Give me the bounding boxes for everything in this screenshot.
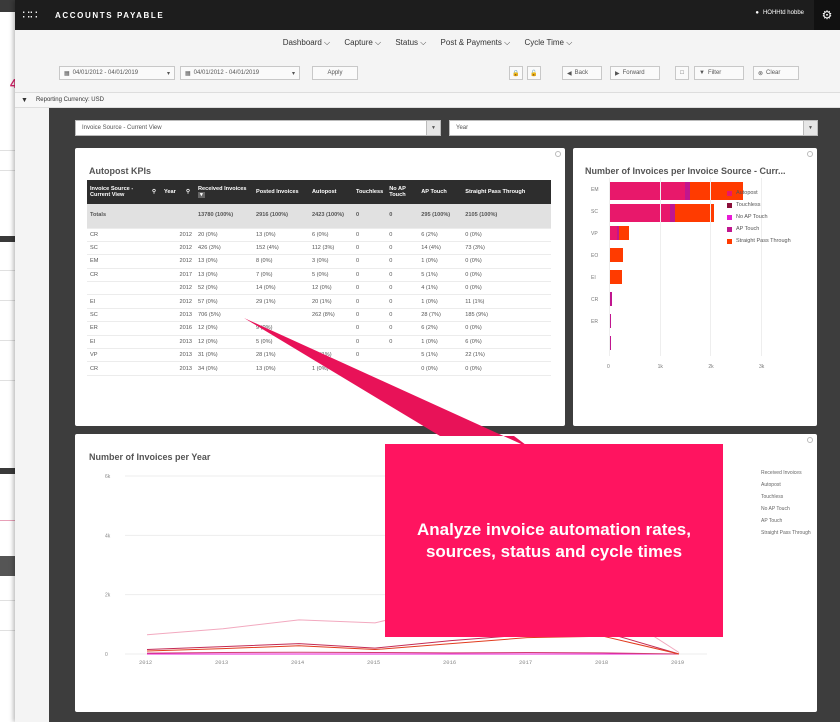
callout-arrow-shape xyxy=(244,318,530,448)
callout-box: Analyze invoice automation rates, source… xyxy=(385,444,723,637)
